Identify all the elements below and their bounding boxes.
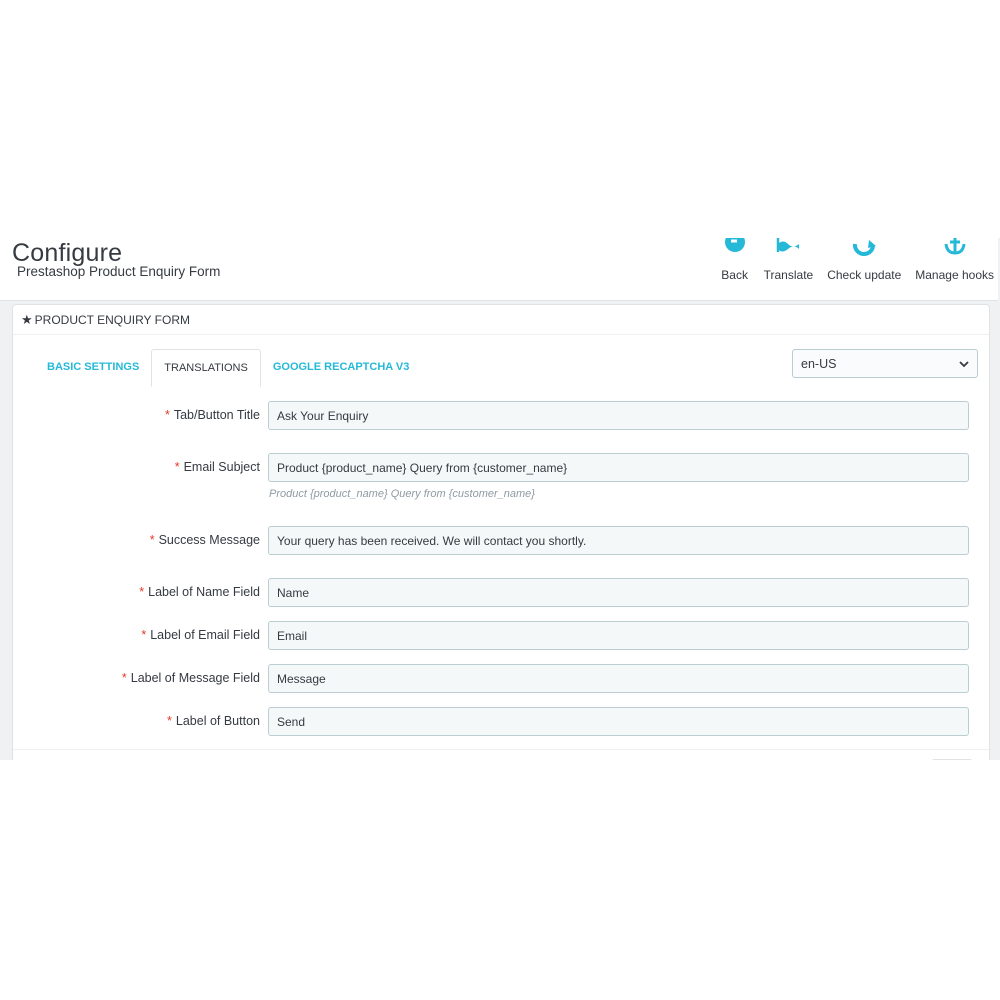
form-row-button-label: * Label of Button	[13, 707, 989, 737]
panel-heading: ★ PRODUCT ENQUIRY FORM	[13, 305, 989, 335]
field-label-text: Tab/Button Title	[173, 408, 260, 422]
page-subtitle: Prestashop Product Enquiry Form	[17, 264, 221, 279]
field-label-text: Label of Button	[175, 714, 260, 728]
field-label-text: Label of Message Field	[130, 671, 260, 685]
page-header: Configure Prestashop Product Enquiry For…	[0, 238, 998, 301]
chevron-down-icon	[959, 360, 969, 367]
back-label: Back	[721, 268, 748, 282]
tab-google-recaptcha[interactable]: GOOGLE RECAPTCHA V3	[261, 349, 422, 385]
field-label: * Email Subject	[175, 453, 260, 482]
required-marker: *	[167, 714, 172, 728]
success-message-input[interactable]	[268, 526, 969, 555]
refresh-icon	[853, 240, 877, 256]
language-select[interactable]: en-US	[792, 349, 978, 378]
tab-translations[interactable]: TRANSLATIONS	[151, 349, 261, 387]
form-row-success-message: * Success Message	[13, 526, 989, 556]
manage-hooks-button[interactable]: Manage hooks	[915, 238, 994, 300]
message-label-input[interactable]	[268, 664, 969, 693]
flag-icon	[777, 238, 800, 252]
field-label-text: Success Message	[158, 533, 260, 547]
settings-panel: ★ PRODUCT ENQUIRY FORM BASIC SETTINGS TR…	[12, 304, 990, 760]
check-update-button[interactable]: Check update	[827, 238, 901, 300]
email-label-input[interactable]	[268, 621, 969, 650]
form-row-message-label: * Label of Message Field	[13, 664, 989, 694]
form-row-email-label: * Label of Email Field	[13, 621, 989, 651]
required-marker: *	[139, 585, 145, 599]
panel-footer-divider	[13, 749, 989, 750]
button-label-input[interactable]	[268, 707, 969, 736]
required-marker: *	[174, 460, 180, 474]
anchor-icon	[944, 238, 966, 255]
field-label: * Label of Button	[167, 707, 260, 736]
toolbar: Back Translate Check update Manage hooks	[706, 238, 994, 300]
form-row-email-subject: * Email Subject Product {product_name} Qu…	[13, 453, 989, 500]
email-subject-input[interactable]	[268, 453, 969, 482]
translate-button[interactable]: Translate	[763, 238, 814, 300]
translate-label: Translate	[763, 268, 814, 282]
check-update-label: Check update	[827, 268, 902, 282]
tab-bar: BASIC SETTINGS TRANSLATIONS GOOGLE RECAP…	[35, 349, 421, 387]
screenshot-area: Configure Prestashop Product Enquiry For…	[0, 238, 1000, 760]
email-subject-help: Product {product_name} Query from {custo…	[269, 488, 535, 500]
field-label: * Tab/Button Title	[165, 401, 260, 430]
star-icon: ★	[21, 311, 33, 327]
required-marker: *	[121, 671, 127, 685]
language-select-value: en-US	[801, 356, 837, 371]
field-label: * Success Message	[150, 526, 260, 555]
back-icon	[724, 238, 745, 252]
back-button[interactable]: Back	[720, 238, 750, 300]
form-row-name-label: * Label of Name Field	[13, 578, 989, 608]
required-marker: *	[164, 408, 170, 422]
field-label-text: Email Subject	[183, 460, 260, 474]
form-row-tab-title: * Tab/Button Title	[13, 401, 989, 431]
field-label: * Label of Email Field	[141, 621, 260, 650]
tab-title-input[interactable]	[268, 401, 969, 430]
required-marker: *	[149, 533, 155, 547]
field-label: * Label of Message Field	[122, 664, 260, 693]
panel-heading-label: PRODUCT ENQUIRY FORM	[34, 312, 191, 327]
tab-basic-settings[interactable]: BASIC SETTINGS	[35, 349, 151, 385]
name-label-input[interactable]	[268, 578, 969, 607]
field-label-text: Label of Name Field	[148, 585, 260, 599]
field-label: * Label of Name Field	[139, 578, 260, 607]
field-label-text: Label of Email Field	[150, 628, 260, 642]
save-button[interactable]	[931, 759, 973, 760]
manage-hooks-label: Manage hooks	[915, 268, 994, 282]
required-marker: *	[141, 628, 147, 642]
